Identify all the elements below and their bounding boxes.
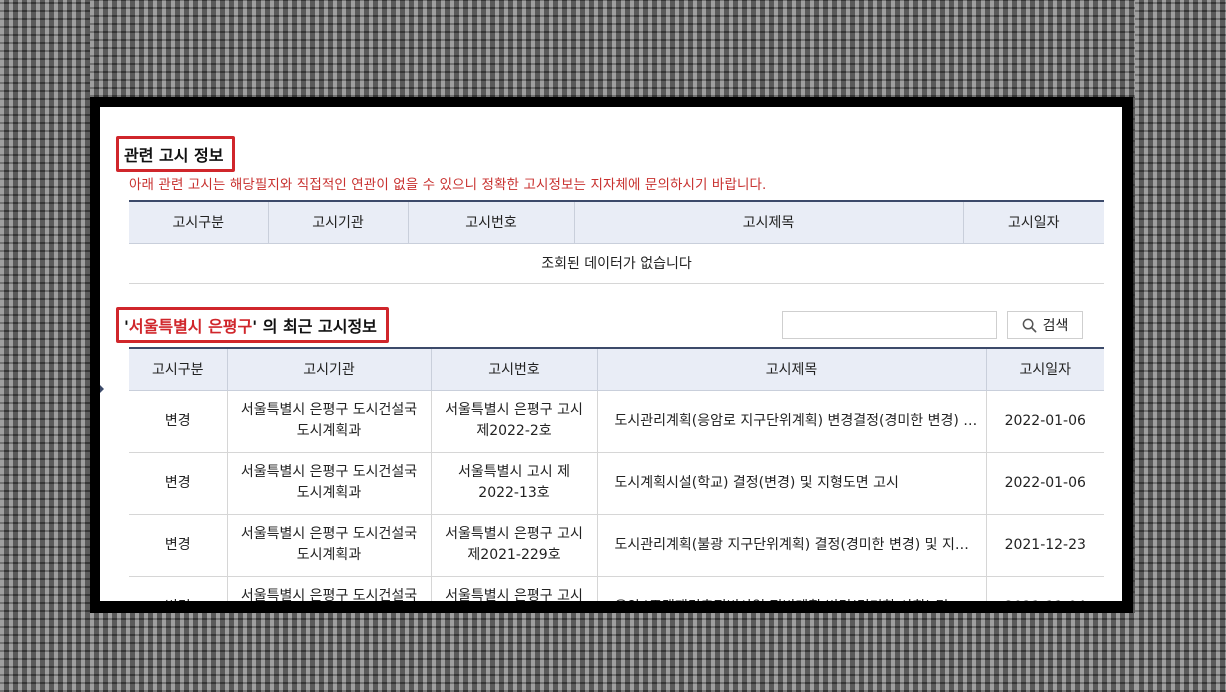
cell-title-link[interactable]: 도시관리계획(불광 지구단위계획) 결정(경미한 변경) 및 지형도면 고시	[596, 514, 986, 577]
table-header-row: 고시구분 고시기관 고시번호 고시제목 고시일자	[129, 348, 1104, 391]
col-header-number: 고시번호	[430, 348, 597, 391]
cell-type: 변경	[129, 576, 227, 601]
disclaimer-text: 아래 관련 고시는 해당필지와 직접적인 연관이 없을 수 있으니 정확한 고시…	[129, 177, 767, 193]
cell-type: 변경	[129, 390, 227, 453]
col-header-agency: 고시기관	[267, 201, 408, 244]
col-header-title: 고시제목	[573, 201, 963, 244]
empty-message: 조회된 데이터가 없습니다	[129, 243, 1104, 284]
col-header-number: 고시번호	[407, 201, 574, 244]
col-header-type: 고시구분	[129, 348, 227, 391]
search-button-label: 검색	[1042, 318, 1069, 334]
table-header-row: 고시구분 고시기관 고시번호 고시제목 고시일자	[129, 201, 1104, 244]
col-header-date: 고시일자	[962, 201, 1104, 244]
col-header-agency: 고시기관	[226, 348, 431, 391]
search-icon	[1022, 318, 1037, 332]
notice-panel: 관련 고시 정보 아래 관련 고시는 해당필지와 직접적인 연관이 없을 수 있…	[100, 107, 1122, 601]
scroll-left-icon[interactable]	[100, 384, 104, 394]
col-header-type: 고시구분	[129, 201, 268, 244]
cell-date: 2022-01-06	[985, 452, 1104, 515]
col-header-title: 고시제목	[596, 348, 986, 391]
recent-notice-title: '서울특별시 은평구' 의 최근 고시정보	[116, 307, 389, 343]
recent-notice-title-rest: ' 의 최근 고시정보	[252, 317, 377, 336]
cell-agency: 서울특별시 은평구 도시건설국 도시계획과	[226, 576, 431, 601]
cell-number: 서울특별시 은평구 고시 제2021-229호	[430, 514, 597, 577]
related-notice-title: 관련 고시 정보	[116, 136, 236, 172]
search-bar: 검색	[782, 311, 1083, 339]
content-frame: 관련 고시 정보 아래 관련 고시는 해당필지와 직접적인 연관이 없을 수 있…	[90, 97, 1133, 613]
related-notice-table: 고시구분 고시기관 고시번호 고시제목 고시일자 조회된 데이터가 없습니다	[129, 200, 1104, 284]
empty-row: 조회된 데이터가 없습니다	[129, 243, 1104, 284]
cell-title-link[interactable]: 도시관리계획(응암로 지구단위계획) 변경결정(경미한 변경) 및 지형도면 고…	[596, 390, 986, 453]
recent-notice-table: 고시구분 고시기관 고시번호 고시제목 고시일자 변경 서울특별시 은평구 도시…	[129, 347, 1104, 601]
cell-date: 2021-12-23	[985, 514, 1104, 577]
cell-agency: 서울특별시 은평구 도시건설국 도시계획과	[226, 452, 431, 515]
table-row[interactable]: 변경 서울특별시 은평구 도시건설국 도시계획과 서울특별시 고시 제2022-…	[129, 452, 1104, 515]
cell-title-link[interactable]: 응암4주택재건축정비사업 정비계획 변경(경미한 사항) 및 지형도면 고시	[596, 576, 986, 601]
cell-type: 변경	[129, 452, 227, 515]
cell-date: 2021-11-04	[985, 576, 1104, 601]
cell-date: 2022-01-06	[985, 390, 1104, 453]
table-row[interactable]: 변경 서울특별시 은평구 도시건설국 도시계획과 서울특별시 은평구 고시 제2…	[129, 514, 1104, 577]
cell-title-link[interactable]: 도시계획시설(학교) 결정(변경) 및 지형도면 고시	[596, 452, 986, 515]
cell-type: 변경	[129, 514, 227, 577]
search-button[interactable]: 검색	[1007, 311, 1083, 339]
cell-agency: 서울특별시 은평구 도시건설국 도시계획과	[226, 514, 431, 577]
related-notice-title-text: 관련 고시 정보	[124, 146, 224, 165]
cell-number: 서울특별시 은평구 고시 제2021-226호	[430, 576, 597, 601]
cell-agency: 서울특별시 은평구 도시건설국 도시계획과	[226, 390, 431, 453]
table-row[interactable]: 변경 서울특별시 은평구 도시건설국 도시계획과 서울특별시 은평구 고시 제2…	[129, 390, 1104, 453]
col-header-date: 고시일자	[985, 348, 1104, 391]
cell-number: 서울특별시 은평구 고시 제2022-2호	[430, 390, 597, 453]
cell-number: 서울특별시 고시 제2022-13호	[430, 452, 597, 515]
region-name: 서울특별시 은평구	[128, 317, 253, 336]
table-row[interactable]: 변경 서울특별시 은평구 도시건설국 도시계획과 서울특별시 은평구 고시 제2…	[129, 576, 1104, 601]
search-input[interactable]	[782, 311, 997, 339]
